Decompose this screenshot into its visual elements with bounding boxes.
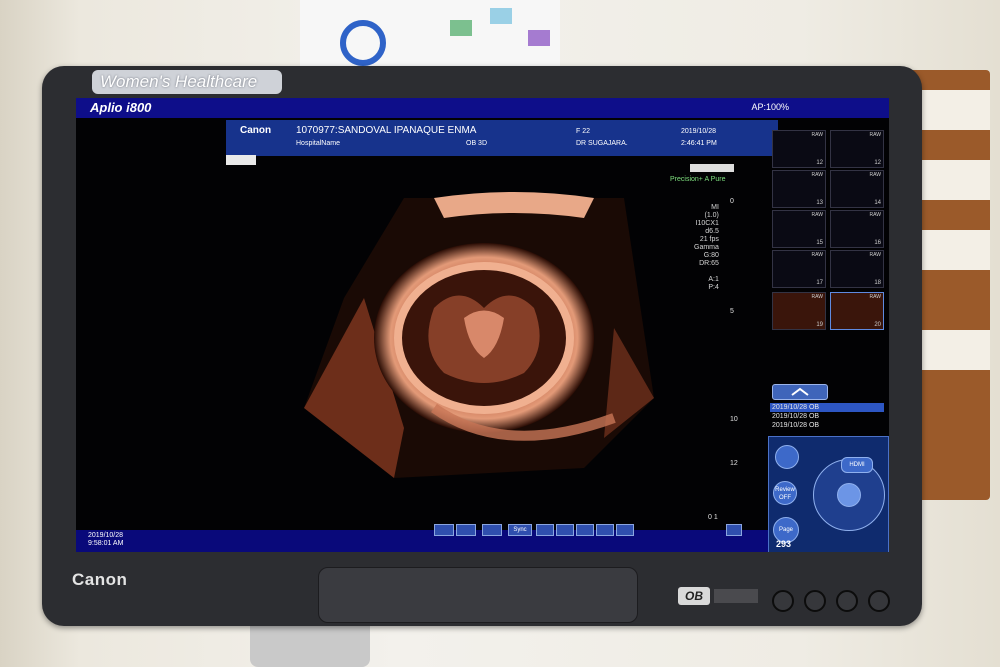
mode-indicator: OB	[678, 587, 710, 605]
scale-label: 0 1	[708, 514, 718, 521]
thumbnail[interactable]: RAW 18	[830, 250, 884, 288]
thumbnail-number: 12	[816, 160, 823, 166]
toolbar-button[interactable]	[482, 524, 502, 536]
thumbnail[interactable]: RAW 20	[830, 292, 884, 330]
top-bar: Aplio i800 AP:100%	[76, 98, 889, 118]
toolbar-button[interactable]	[596, 524, 614, 536]
thumbnail[interactable]: RAW 16	[830, 210, 884, 248]
thumbnail[interactable]: RAW 12	[830, 130, 884, 168]
hospital-name: HospitalName	[296, 140, 340, 147]
thumbnail-number: 19	[816, 322, 823, 328]
ultrasound-screen: Aplio i800 AP:100% Canon 1070977:SANDOVA…	[76, 98, 889, 552]
poster-graphic	[450, 20, 472, 36]
maker-logo: Canon	[240, 125, 272, 136]
thumbnail-raw: RAW	[811, 212, 823, 218]
depth-label: 0	[730, 198, 734, 205]
thumbnail-raw: RAW	[869, 212, 881, 218]
thumbnail-raw: RAW	[869, 294, 881, 300]
monitor-handle[interactable]	[318, 567, 638, 623]
toolbar-button[interactable]	[576, 524, 594, 536]
thumbnail-number: 16	[874, 240, 881, 246]
apure-text: A Pure	[704, 176, 726, 183]
thumbnail-number: 20	[874, 322, 881, 328]
bezel-logo: Canon	[72, 570, 128, 589]
precision-label: Precision+ A Pure	[670, 176, 725, 183]
exam-type: OB 3D	[466, 140, 488, 147]
poster-graphic	[490, 8, 512, 24]
sticker-label: Women's Healthcare	[92, 70, 282, 94]
thumbnail-number: 17	[816, 280, 823, 286]
toolbar-button[interactable]	[456, 524, 476, 536]
thumbnail[interactable]: RAW 12	[772, 130, 826, 168]
chevron-up-icon	[791, 387, 809, 396]
thumbnail-raw: RAW	[811, 294, 823, 300]
thumbnail-number: 12	[874, 160, 881, 166]
thumbnail-number: 13	[816, 200, 823, 206]
mode-badge	[690, 164, 734, 172]
acoustic-power: AP:100%	[751, 102, 789, 112]
toolbar-button[interactable]	[616, 524, 634, 536]
poster-graphic	[528, 30, 550, 46]
sync-button[interactable]: Sync	[508, 524, 532, 536]
thumbnail-number: 15	[816, 240, 823, 246]
thumbnail[interactable]: RAW 14	[830, 170, 884, 208]
shelf-slot	[920, 160, 990, 200]
thumbnail-raw: RAW	[869, 172, 881, 178]
hardware-button[interactable]	[868, 590, 890, 612]
study-list: 2019/10/28 OB 2019/10/28 OB 2019/10/28 O…	[770, 403, 884, 430]
image-tag[interactable]	[226, 155, 256, 165]
thumbnail-raw: RAW	[811, 172, 823, 178]
dial-center-button[interactable]	[837, 483, 861, 507]
patient-sex-age: F 22	[576, 128, 591, 135]
precision-text: Precision+	[670, 176, 703, 183]
shelf-slot	[920, 330, 990, 370]
thumbnail-number: 18	[874, 280, 881, 286]
status-bar: 2019/10/28 9:58:01 AM	[76, 530, 768, 552]
shelf-slot	[920, 90, 990, 130]
thumbnail[interactable]: RAW 19	[772, 292, 826, 330]
toolbar-button[interactable]	[726, 524, 742, 536]
depth-label: 5	[730, 308, 734, 315]
study-list-item[interactable]: 2019/10/28 OB	[770, 421, 884, 430]
depth-label: 12	[730, 460, 738, 467]
toolbar-button[interactable]	[434, 524, 454, 536]
hdmi-button[interactable]: HDMI	[841, 457, 873, 473]
thumbnail[interactable]: RAW 17	[772, 250, 826, 288]
patient-header[interactable]: Canon 1070977:SANDOVAL IPANAQUE ENMA Hos…	[226, 120, 778, 156]
status-time: 9:58:01 AM	[88, 540, 124, 547]
shelf-slot	[920, 230, 990, 270]
touch-button[interactable]	[775, 445, 799, 469]
status-date: 2019/10/28	[88, 532, 124, 539]
thumbnail-raw: RAW	[811, 132, 823, 138]
poster-ring	[340, 20, 386, 66]
imaging-parameters: MI (1.0) I10CX1 d6.5 21 fps Gamma G:80 D…	[694, 204, 719, 291]
ultrasound-image[interactable]	[284, 178, 664, 478]
doctor-name: DR SUGAJARA.	[576, 140, 628, 147]
app-brand: Aplio i800	[90, 100, 152, 115]
study-list-item[interactable]: 2019/10/28 OB	[770, 412, 884, 421]
hardware-button[interactable]	[772, 590, 794, 612]
thumbnail-raw: RAW	[869, 132, 881, 138]
storage-indicator: 293	[776, 539, 792, 549]
thumbnail-panel: RAW 12 RAW 12 RAW 13 RAW 14 RAW 15 RAW 16 RAW 1…	[772, 130, 884, 340]
thumbnail-raw: RAW	[811, 252, 823, 258]
scroll-up-button[interactable]	[772, 384, 828, 400]
review-button[interactable]: Review OFF	[773, 481, 797, 505]
study-list-item[interactable]: 2019/10/28 OB	[770, 403, 884, 412]
toolbar-button[interactable]	[536, 524, 554, 536]
indicator-bar	[714, 589, 758, 603]
hardware-button[interactable]	[804, 590, 826, 612]
exam-time: 2:46:41 PM	[681, 140, 717, 147]
exam-date: 2019/10/28	[681, 128, 717, 135]
thumbnail[interactable]: RAW 15	[772, 210, 826, 248]
thumbnail-raw: RAW	[869, 252, 881, 258]
toolbar-button[interactable]	[556, 524, 574, 536]
depth-label: 10	[730, 416, 738, 423]
thumbnail[interactable]: RAW 13	[772, 170, 826, 208]
hardware-button[interactable]	[836, 590, 858, 612]
thumbnail-number: 14	[874, 200, 881, 206]
patient-id-name: 1070977:SANDOVAL IPANAQUE ENMA	[296, 125, 477, 136]
touch-control-panel: Review OFF Page HDMI	[768, 436, 889, 552]
